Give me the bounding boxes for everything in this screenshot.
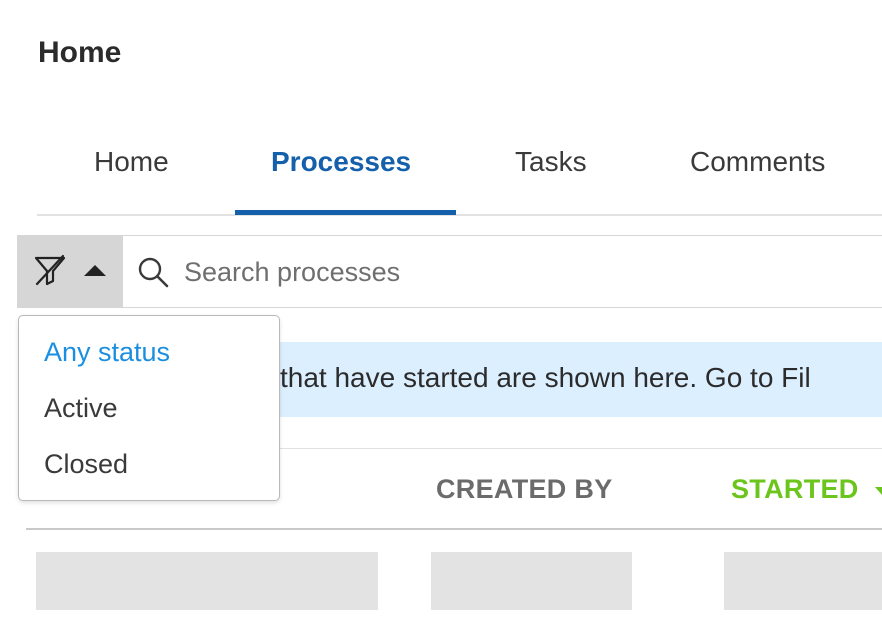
status-filter-button[interactable]	[18, 236, 123, 307]
caret-up-icon	[84, 265, 106, 276]
search-icon	[138, 257, 169, 288]
search-input[interactable]	[184, 250, 874, 294]
tab-comments[interactable]: Comments	[690, 146, 825, 178]
filter-off-icon	[34, 254, 66, 286]
info-banner-text: that have started are shown here. Go to …	[280, 362, 811, 393]
tab-bar: Home Processes Tasks Comments	[37, 132, 882, 216]
column-header-started[interactable]: STARTED	[731, 474, 882, 505]
status-option-any[interactable]: Any status	[44, 337, 170, 368]
status-option-closed[interactable]: Closed	[44, 449, 128, 480]
info-banner: that have started are shown here. Go to …	[262, 342, 882, 417]
loading-placeholder	[36, 552, 378, 610]
active-tab-indicator	[235, 210, 456, 215]
loading-placeholder	[431, 552, 632, 610]
loading-placeholder	[724, 552, 882, 610]
page: Home Home Processes Tasks Comments that …	[0, 0, 882, 634]
page-title: Home	[38, 36, 122, 69]
tab-processes[interactable]: Processes	[271, 146, 411, 178]
tab-home[interactable]: Home	[94, 146, 169, 178]
tab-tasks[interactable]: Tasks	[515, 146, 587, 178]
search-bar	[17, 235, 882, 308]
status-filter-dropdown: Any status Active Closed	[18, 315, 280, 501]
column-header-started-label: STARTED	[731, 474, 859, 504]
table-header-divider	[26, 528, 882, 530]
tab-bar-divider	[37, 214, 882, 216]
status-option-active[interactable]: Active	[44, 393, 118, 424]
sort-desc-icon	[874, 486, 882, 495]
column-header-created-by[interactable]: CREATED BY	[436, 474, 613, 505]
